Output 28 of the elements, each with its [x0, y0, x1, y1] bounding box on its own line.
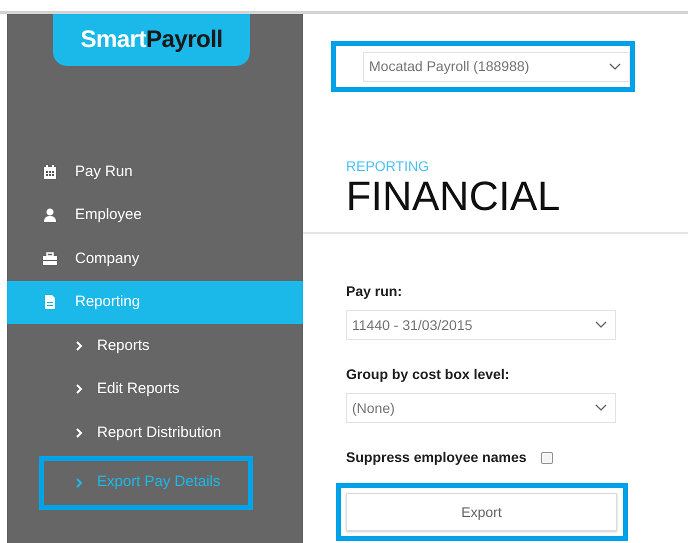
page-title: FINANCIAL	[346, 176, 562, 217]
field-label: Suppress employee names	[346, 448, 527, 467]
dropdown-caret-icon	[595, 321, 607, 329]
chevron-right-icon	[75, 428, 83, 438]
nav-item[interactable]: Pay Run	[7, 150, 303, 194]
chevron-right-icon	[75, 340, 83, 351]
export-button[interactable]: Export	[346, 493, 617, 531]
submenu-item[interactable]: Edit Reports	[7, 368, 303, 411]
select-field[interactable]: 11440 - 31/03/2015	[346, 310, 616, 340]
field-label: Group by cost box level:	[346, 365, 510, 384]
select-field[interactable]: Mocatad Payroll (188988)	[363, 52, 630, 82]
dropdown-caret-icon	[609, 62, 621, 70]
chevron-right-icon	[75, 384, 83, 394]
chevron-right-icon	[75, 478, 83, 488]
briefcase-icon	[42, 250, 58, 267]
select-field[interactable]: (None)	[346, 393, 616, 423]
section-label: REPORTING	[346, 159, 430, 173]
document-icon	[42, 294, 58, 310]
dropdown-caret-icon	[595, 404, 607, 412]
submenu-item[interactable]: Report Distribution	[7, 411, 303, 454]
nav-item[interactable]: Company	[7, 237, 303, 280]
field-label: Pay run:	[346, 282, 404, 301]
calendar-icon	[42, 164, 58, 180]
submenu-item[interactable]: Reports	[7, 324, 303, 368]
checkbox[interactable]	[540, 452, 553, 464]
person-icon	[42, 207, 58, 224]
nav-item[interactable]: Employee	[7, 194, 303, 237]
logo: SmartPayroll	[53, 14, 250, 66]
